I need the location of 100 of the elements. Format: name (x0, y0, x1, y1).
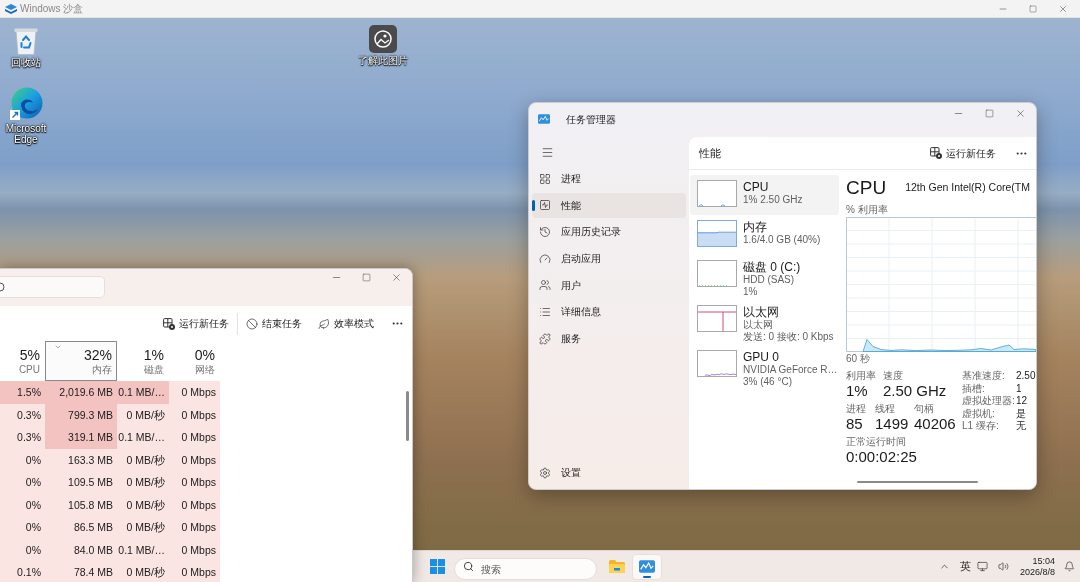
column-header[interactable]: 1% 磁盘 (117, 341, 169, 381)
table-cell: 0 MB/秒 (117, 493, 169, 516)
scrollbar-thumb[interactable] (406, 391, 409, 441)
table-cell: 0% (0, 471, 45, 494)
graph-app-icon (538, 114, 550, 124)
table-cell: 319.1 MB (45, 426, 117, 449)
nav-item[interactable]: 应用历史记录 (532, 219, 686, 245)
nav-item[interactable]: 启动应用 (532, 246, 686, 272)
maximize-icon (361, 272, 371, 282)
page-title: 性能 (699, 145, 721, 161)
table-cell: 0.3% (0, 403, 45, 426)
history-icon (539, 225, 551, 238)
table-cell: 163.3 MB (45, 448, 117, 471)
clock-button[interactable]: 15:04 2026/8/8 (1016, 555, 1058, 578)
spec-value: 2.50 (1016, 370, 1036, 383)
device-list-item[interactable]: 以太网 以太网 发送: 0 接收: 0 Kbps (690, 300, 839, 345)
device-title: CPU (846, 176, 887, 200)
toolbar-button[interactable]: 运行新任务 (157, 310, 235, 337)
volume-icon (997, 561, 1009, 572)
stat-value: 1499 (875, 415, 909, 433)
stat-label: 正常运行时间 (846, 436, 906, 448)
table-cell: 0 MB/秒 (117, 403, 169, 426)
table-cell: 0.1 MB/… (117, 538, 169, 561)
usage-sparkline (697, 305, 737, 332)
table-cell: 0 Mbps (169, 381, 220, 404)
table-cell: 0 Mbps (169, 538, 220, 561)
processor-model: 12th Gen Intel(R) Core(TM (905, 180, 1030, 196)
table-cell: 1.5% (0, 381, 45, 404)
selection-bar-icon (532, 199, 535, 211)
run-task-button[interactable]: 运行新任务 (925, 141, 1001, 165)
stat-label: 利用率 (846, 370, 876, 382)
column-header[interactable]: 32% 内存 (45, 341, 117, 381)
table-cell: 0% (0, 538, 45, 561)
spec-label: L1 缓存: (962, 420, 999, 433)
scrollbar-thumb[interactable] (857, 481, 978, 483)
device-list-item[interactable]: GPU 0 NVIDIA GeForce R… 3% (46 °C) (690, 345, 839, 390)
spec-value: 是 (1016, 407, 1026, 420)
table-cell: 0 MB/秒 (117, 448, 169, 471)
column-header[interactable]: 5% CPU (0, 341, 45, 381)
close-icon (390, 271, 402, 283)
table-cell: 105.8 MB (45, 493, 117, 516)
table-cell: 0.1% (0, 561, 45, 582)
gauge-icon (539, 252, 551, 265)
spec-value: 无 (1016, 420, 1026, 433)
table-cell: 78.4 MB (45, 561, 117, 582)
taskbar-app-button[interactable] (631, 553, 662, 580)
nav-item[interactable]: 详细信息 (532, 299, 686, 325)
window-gear-icon (163, 317, 175, 330)
toolbar-button[interactable]: 效率模式 (312, 310, 380, 337)
settings-icon (539, 466, 551, 479)
device-list-item[interactable]: 磁盘 0 (C:) HDD (SAS) 1% (690, 255, 839, 300)
spec-value: 12 (1016, 395, 1028, 408)
column-header[interactable]: 0% 网络 (169, 341, 220, 381)
spec-value: 1 (1016, 382, 1022, 395)
toolbar-button[interactable]: 结束任务 (240, 310, 308, 337)
input-method-button[interactable]: 英 (957, 556, 974, 577)
users-icon (539, 279, 551, 292)
picture-icon (369, 25, 397, 53)
table-cell: 86.5 MB (45, 516, 117, 539)
usage-sparkline (697, 220, 737, 247)
nav-item[interactable]: 性能 (532, 192, 686, 218)
spec-label: 基准速度: (962, 370, 1005, 383)
graph-label: % 利用率 (846, 204, 888, 216)
bell-icon (1063, 561, 1075, 572)
settings-nav-item[interactable]: 设置 (532, 460, 686, 485)
stat-label: 线程 (875, 403, 895, 415)
sort-chevron-icon (54, 343, 62, 351)
nav-item[interactable]: 进程 (532, 166, 686, 191)
pulse-chart-icon (539, 199, 551, 212)
window-title: Windows 沙盒 (20, 2, 84, 16)
table-cell: 0 Mbps (169, 426, 220, 449)
swirl-logo-icon (9, 87, 43, 121)
table-cell: 0 Mbps (169, 493, 220, 516)
nav-item[interactable]: 服务 (532, 326, 686, 352)
table-cell: 0 Mbps (169, 561, 220, 582)
stat-value: 0:00:02:25 (846, 448, 917, 466)
device-list-item[interactable]: CPU 1% 2.50 GHz (690, 175, 839, 215)
search-field[interactable] (0, 276, 105, 298)
table-cell: 0.1 MB/… (117, 381, 169, 404)
nav-item[interactable]: 用户 (532, 272, 686, 298)
search-field[interactable]: 搜索 (453, 558, 597, 580)
window-gear-icon (930, 147, 942, 159)
table-cell: 0 MB/秒 (117, 561, 169, 582)
table-cell: 2,019.6 MB (45, 381, 117, 404)
menu-icon (540, 145, 554, 159)
stat-label: 进程 (846, 403, 866, 415)
layers-icon (5, 3, 17, 14)
maximize-icon (985, 108, 994, 118)
close-icon (1058, 3, 1068, 14)
puzzle-icon (539, 332, 551, 345)
device-list-item[interactable]: 内存 1.6/4.0 GB (40%) (690, 215, 839, 255)
usage-sparkline (697, 350, 737, 377)
stat-value: 40206 (914, 415, 956, 433)
leaf-icon (318, 317, 330, 330)
table-cell: 109.5 MB (45, 471, 117, 494)
window-title: 任务管理器 (566, 112, 616, 127)
usage-sparkline (697, 180, 737, 207)
time-span-label: 60 秒 (846, 353, 870, 365)
table-cell: 799.3 MB (45, 403, 117, 426)
stat-label: 速度 (883, 370, 903, 382)
